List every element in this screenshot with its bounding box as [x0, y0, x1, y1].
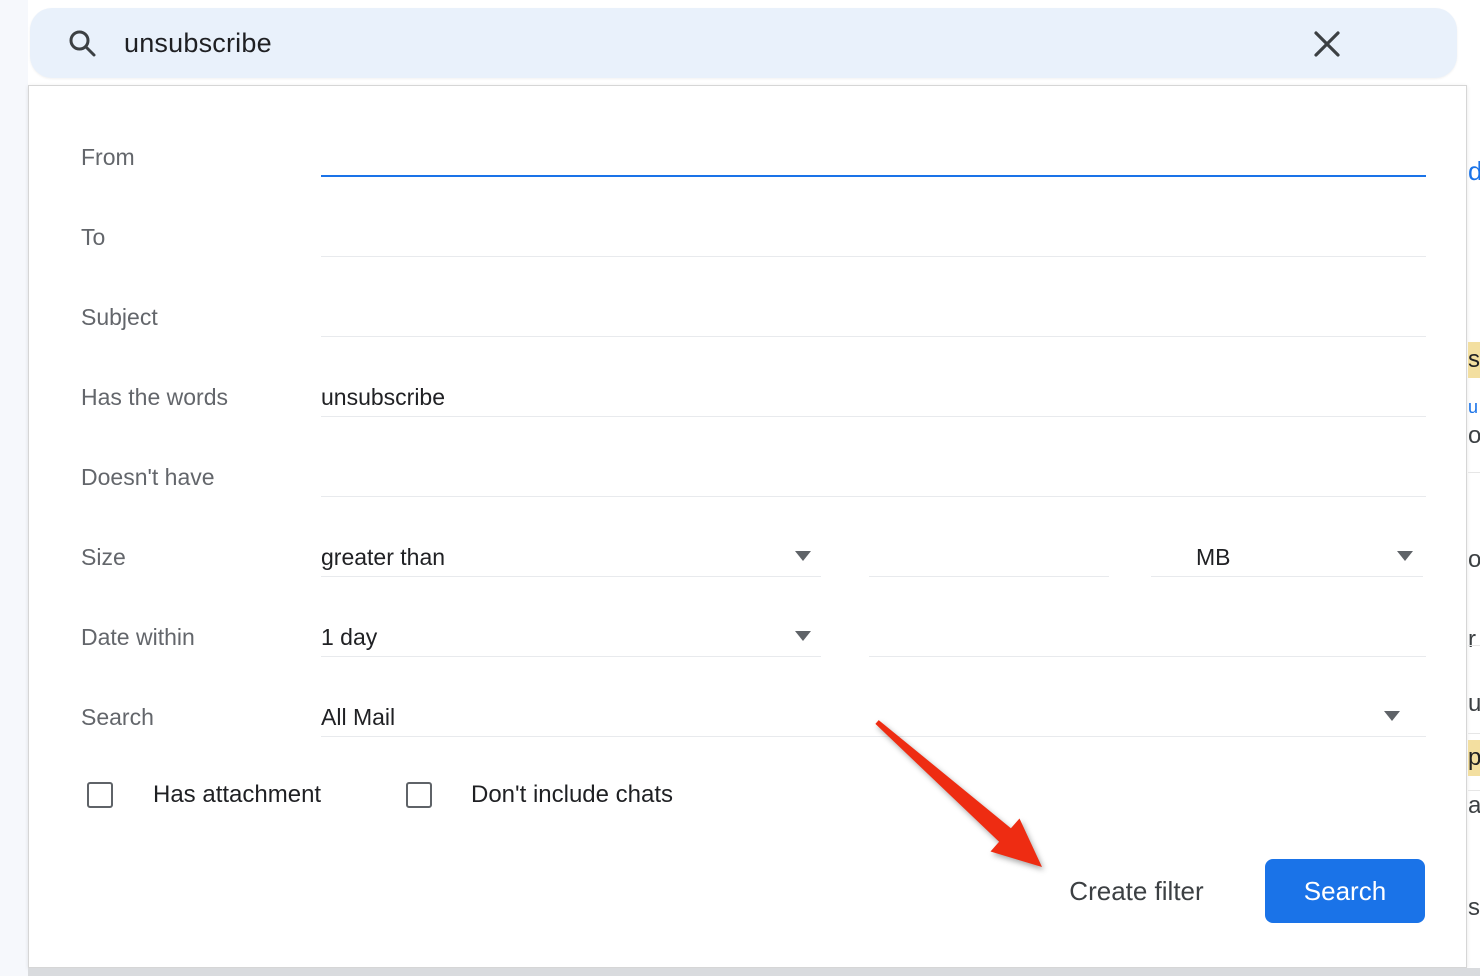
subject-label: Subject: [81, 297, 158, 337]
background-row-divider: [1468, 733, 1480, 734]
page-background-strip: [0, 0, 28, 976]
has-attachment-checkbox[interactable]: [87, 782, 113, 808]
has-attachment-label: Has attachment: [153, 780, 321, 810]
close-icon[interactable]: [1310, 27, 1344, 61]
chevron-down-icon: [795, 631, 811, 641]
search-scope-select[interactable]: All Mail: [321, 697, 1426, 737]
doesnt-have-input[interactable]: [321, 457, 1426, 497]
background-row-divider: [1468, 472, 1480, 473]
chevron-down-icon: [1384, 711, 1400, 721]
create-filter-button[interactable]: Create filter: [1019, 859, 1254, 923]
size-amount-input[interactable]: [869, 537, 1109, 577]
size-unit-select[interactable]: MB: [1151, 537, 1423, 577]
background-fragment: r: [1468, 628, 1480, 652]
search-button[interactable]: Search: [1265, 859, 1425, 923]
doesnt-have-label: Doesn't have: [81, 457, 215, 497]
from-label: From: [81, 137, 135, 177]
to-label: To: [81, 217, 105, 257]
background-fragment-highlighted: s: [1468, 342, 1480, 378]
background-fragment: a: [1468, 794, 1480, 818]
has-words-label: Has the words: [81, 377, 228, 417]
chevron-down-icon: [795, 551, 811, 561]
background-bottom-band: [28, 968, 1480, 976]
search-bar[interactable]: unsubscribe: [30, 8, 1457, 78]
background-fragment: u: [1468, 398, 1480, 416]
size-operator-value: greater than: [321, 544, 445, 570]
dont-include-chats-checkbox[interactable]: [406, 782, 432, 808]
background-fragment: d: [1468, 158, 1480, 188]
search-scope-value: All Mail: [321, 704, 395, 730]
date-within-label: Date within: [81, 617, 195, 657]
date-input[interactable]: [869, 617, 1426, 657]
search-icon: [66, 27, 98, 59]
size-label: Size: [81, 537, 126, 577]
gmail-search-filter-screen: unsubscribe From To Subject Has the word…: [0, 0, 1480, 976]
search-query-text[interactable]: unsubscribe: [124, 28, 272, 59]
background-fragment: o: [1468, 548, 1480, 572]
background-fragment: u: [1468, 692, 1480, 716]
chevron-down-icon: [1397, 551, 1413, 561]
background-fragment-highlighted: p: [1468, 740, 1480, 776]
background-fragment: o: [1468, 424, 1480, 448]
has-words-input[interactable]: unsubscribe: [321, 377, 1426, 417]
background-fragment: s: [1468, 896, 1480, 920]
background-row-divider: [1468, 790, 1480, 791]
from-input[interactable]: [321, 137, 1426, 177]
date-range-value: 1 day: [321, 624, 377, 650]
search-scope-label: Search: [81, 697, 154, 737]
to-input[interactable]: [321, 217, 1426, 257]
subject-input[interactable]: [321, 297, 1426, 337]
advanced-search-panel: From To Subject Has the words unsubscrib…: [28, 85, 1467, 968]
size-unit-value: MB: [1196, 544, 1231, 570]
date-range-select[interactable]: 1 day: [321, 617, 821, 657]
dont-include-chats-label: Don't include chats: [471, 780, 673, 810]
background-row-divider: [1468, 645, 1480, 646]
size-operator-select[interactable]: greater than: [321, 537, 821, 577]
checkbox-row: Has attachment Don't include chats: [29, 780, 1466, 810]
